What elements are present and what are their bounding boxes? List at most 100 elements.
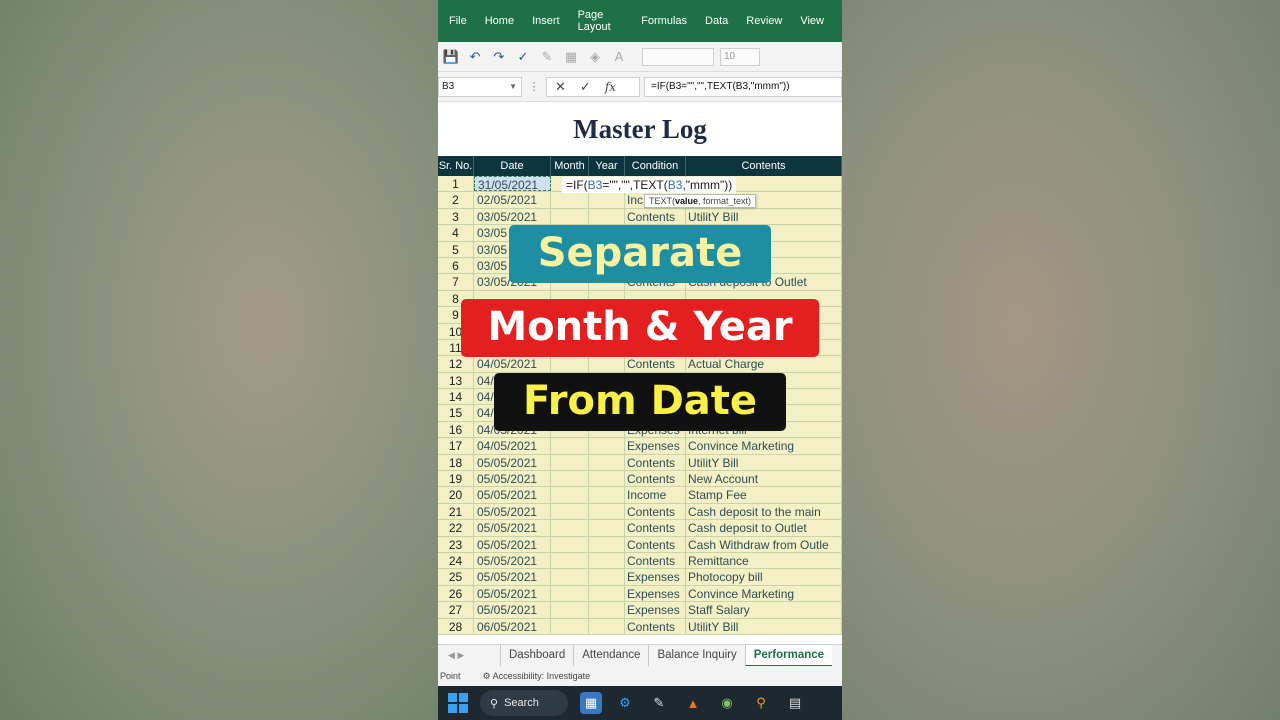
cell-sr-no[interactable]: 2 bbox=[438, 192, 474, 208]
cell-condition[interactable]: Contents bbox=[625, 503, 686, 520]
file-explorer-icon[interactable]: ▦ bbox=[580, 692, 602, 714]
cell-contents[interactable]: New Account bbox=[686, 471, 842, 487]
tab-insert[interactable]: Insert bbox=[532, 15, 560, 27]
borders-icon[interactable]: ▦ bbox=[562, 49, 580, 65]
tab-home[interactable]: Home bbox=[485, 15, 514, 27]
cell-contents[interactable]: Photocopy bill bbox=[686, 569, 842, 585]
cell-date[interactable]: 05/05/2021 bbox=[474, 569, 551, 585]
save-icon[interactable]: 💾 bbox=[442, 49, 460, 65]
cell-condition[interactable]: Contents bbox=[625, 471, 686, 487]
sheet-tab-performance[interactable]: Performance bbox=[744, 644, 833, 667]
cell-contents[interactable]: Stamp Fee bbox=[686, 487, 842, 503]
sheet-tab-dashboard[interactable]: Dashboard bbox=[500, 644, 573, 667]
cell-date[interactable]: 05/05/2021 bbox=[474, 552, 551, 569]
redo-icon[interactable]: ↷ bbox=[490, 49, 508, 65]
cell-condition[interactable]: Contents bbox=[625, 454, 686, 471]
sheet-tab-attendance[interactable]: Attendance bbox=[573, 644, 648, 667]
insert-function-icon[interactable]: fx bbox=[605, 80, 616, 94]
cell-sr-no[interactable]: 28 bbox=[438, 618, 474, 634]
cancel-icon[interactable]: ✕ bbox=[555, 79, 566, 95]
vlc-icon[interactable]: ▲ bbox=[682, 692, 704, 714]
cell-month[interactable] bbox=[551, 438, 589, 454]
cell-year[interactable] bbox=[589, 503, 625, 520]
cell-sr-no[interactable]: 6 bbox=[438, 257, 474, 274]
cell-condition[interactable]: Expenses bbox=[625, 569, 686, 585]
cell-sr-no[interactable]: 13 bbox=[438, 372, 474, 389]
name-box[interactable]: B3 ▼ bbox=[438, 76, 522, 97]
font-color-icon[interactable]: A bbox=[610, 49, 628, 64]
font-size-box[interactable]: 10 bbox=[720, 47, 760, 66]
tab-review[interactable]: Review bbox=[746, 15, 782, 27]
taskbar-search[interactable]: ⚲ Search bbox=[480, 690, 568, 716]
cell-contents[interactable]: UtilitY Bill bbox=[686, 618, 842, 634]
cell-month[interactable] bbox=[551, 487, 589, 503]
cell-date[interactable]: 02/05/2021 bbox=[474, 192, 551, 208]
cell-sr-no[interactable]: 20 bbox=[438, 487, 474, 503]
globe-app-icon[interactable]: ◉ bbox=[716, 692, 738, 714]
cell-date[interactable]: 05/05/2021 bbox=[474, 454, 551, 471]
fill-color-icon[interactable]: ◈ bbox=[586, 49, 604, 65]
cell-contents[interactable]: Actual Charge bbox=[686, 356, 842, 372]
cell-sr-no[interactable]: 12 bbox=[438, 356, 474, 372]
cell-month[interactable] bbox=[551, 569, 589, 585]
spellcheck-icon[interactable]: ✓ bbox=[514, 49, 532, 65]
cell-contents[interactable]: Cash deposit to the main bbox=[686, 503, 842, 520]
cell-condition[interactable]: Expenses bbox=[625, 602, 686, 618]
cell-date[interactable]: 05/05/2021 bbox=[474, 520, 551, 536]
cell-month[interactable] bbox=[551, 454, 589, 471]
cell-sr-no[interactable]: 19 bbox=[438, 471, 474, 487]
cell-year[interactable] bbox=[589, 192, 625, 208]
cell-contents[interactable]: Cash deposit to Outlet bbox=[686, 520, 842, 536]
sheet-nav-arrows[interactable]: ◀ ▶ bbox=[438, 650, 500, 661]
cell-year[interactable] bbox=[589, 438, 625, 454]
format-painter-icon[interactable]: ✎ bbox=[538, 49, 556, 65]
cell-condition[interactable]: Income bbox=[625, 487, 686, 503]
cell-sr-no[interactable]: 15 bbox=[438, 405, 474, 421]
cell-month[interactable] bbox=[551, 585, 589, 602]
cell-sr-no[interactable]: 1 bbox=[438, 176, 474, 192]
cell-contents[interactable]: Remittance bbox=[686, 552, 842, 569]
chevron-down-icon[interactable]: ▼ bbox=[509, 78, 517, 96]
cell-year[interactable] bbox=[589, 552, 625, 569]
cell-condition[interactable]: Expenses bbox=[625, 438, 686, 454]
cell-sr-no[interactable]: 21 bbox=[438, 503, 474, 520]
header-contents[interactable]: Contents bbox=[686, 156, 842, 176]
magnifier-app-icon[interactable]: ⚲ bbox=[750, 692, 772, 714]
cell-year[interactable] bbox=[589, 569, 625, 585]
cell-year[interactable] bbox=[589, 618, 625, 634]
cell-contents[interactable]: Cash Withdraw from Outle bbox=[686, 536, 842, 552]
cell-condition[interactable]: Contents bbox=[625, 618, 686, 634]
cell-year[interactable] bbox=[589, 208, 625, 225]
cell-sr-no[interactable]: 26 bbox=[438, 585, 474, 602]
cell-date[interactable]: 05/05/2021 bbox=[474, 602, 551, 618]
cell-sr-no[interactable]: 24 bbox=[438, 552, 474, 569]
cell-month[interactable] bbox=[551, 520, 589, 536]
cell-date[interactable]: 04/05/2021 bbox=[474, 438, 551, 454]
cell-sr-no[interactable]: 18 bbox=[438, 454, 474, 471]
header-sr-no[interactable]: Sr. No. bbox=[438, 156, 474, 176]
cell-condition[interactable]: Contents bbox=[625, 536, 686, 552]
cell-year[interactable] bbox=[589, 602, 625, 618]
cell-year[interactable] bbox=[589, 454, 625, 471]
cell-year[interactable] bbox=[589, 487, 625, 503]
cell-month[interactable] bbox=[551, 356, 589, 372]
cell-year[interactable] bbox=[589, 536, 625, 552]
sheet-tab-balance-inquiry[interactable]: Balance Inquiry bbox=[648, 644, 744, 667]
accessibility-status[interactable]: ⚙ Accessibility: Investigate bbox=[483, 671, 591, 682]
header-month[interactable]: Month bbox=[551, 156, 589, 176]
cell-condition[interactable]: Contents bbox=[625, 520, 686, 536]
cell-date[interactable]: 05/05/2021 bbox=[474, 585, 551, 602]
header-condition[interactable]: Condition bbox=[625, 156, 686, 176]
cell-month[interactable] bbox=[551, 618, 589, 634]
cell-contents[interactable]: UtilitY Bill bbox=[686, 208, 842, 225]
settings-icon[interactable]: ⚙ bbox=[614, 692, 636, 714]
cell-date[interactable]: 06/05/2021 bbox=[474, 618, 551, 634]
cell-date[interactable]: 04/05/2021 bbox=[474, 356, 551, 372]
enter-icon[interactable]: ✓ bbox=[580, 79, 591, 95]
cell-contents[interactable]: Convince Marketing bbox=[686, 585, 842, 602]
cell-month[interactable] bbox=[551, 192, 589, 208]
more-options-icon[interactable]: ⋮ bbox=[522, 80, 546, 93]
cell-sr-no[interactable]: 17 bbox=[438, 438, 474, 454]
cell-sr-no[interactable]: 25 bbox=[438, 569, 474, 585]
tab-page-layout[interactable]: Page Layout bbox=[578, 9, 624, 33]
